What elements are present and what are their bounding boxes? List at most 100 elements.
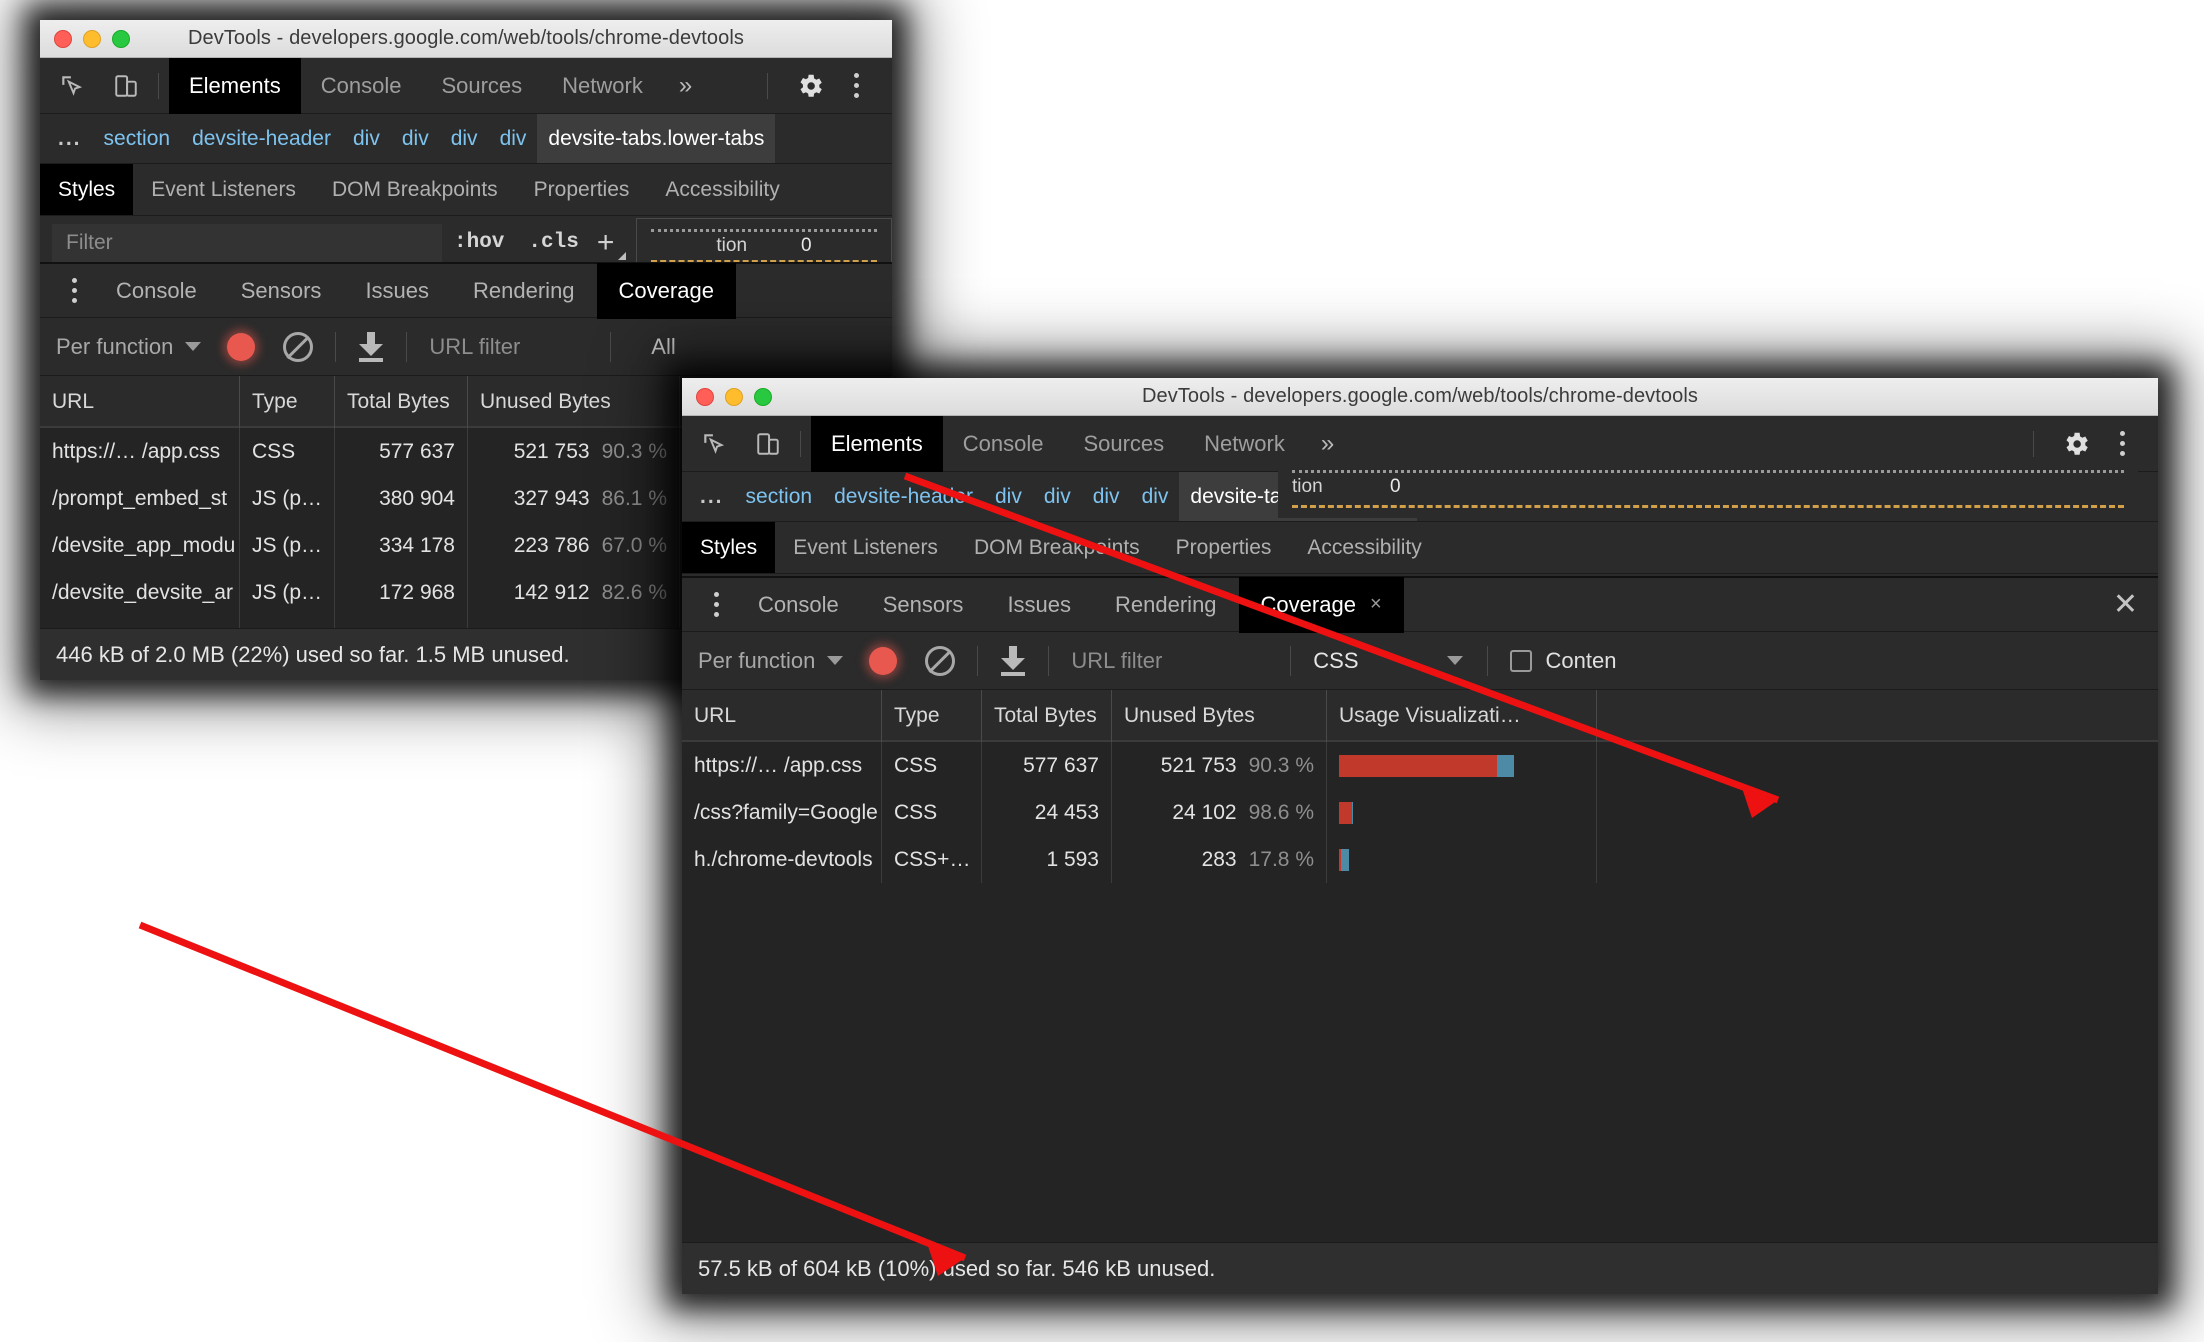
drawer-tab-coverage[interactable]: Coverage × <box>1238 576 1404 633</box>
panel-tab-console[interactable]: Console <box>301 58 422 114</box>
table-row[interactable]: h./chrome-devtools CSS+… 1 593 283 17.8 % <box>682 836 2158 883</box>
minimize-button[interactable] <box>83 29 101 48</box>
drawer-more-tools-icon[interactable] <box>696 592 736 617</box>
tab-properties[interactable]: Properties <box>1158 522 1290 573</box>
drawer-tab-issues[interactable]: Issues <box>985 577 1093 633</box>
minimize-button[interactable] <box>725 387 743 406</box>
panel-tab-elements[interactable]: Elements <box>811 415 943 472</box>
panel-tab-sources[interactable]: Sources <box>1063 416 1184 472</box>
column-header-usage-visualization[interactable]: Usage Visualizati… <box>1327 690 1597 742</box>
traffic-lights-2[interactable] <box>682 387 772 406</box>
content-scripts-checkbox[interactable] <box>1509 649 1532 672</box>
close-button[interactable] <box>54 29 72 48</box>
more-panels-chevron-icon[interactable]: » <box>1305 430 1350 458</box>
tab-styles[interactable]: Styles <box>40 164 134 215</box>
tab-accessibility[interactable]: Accessibility <box>647 164 797 215</box>
drawer-tab-console[interactable]: Console <box>94 263 219 319</box>
breadcrumb-overflow[interactable]: ... <box>40 114 93 163</box>
tab-properties[interactable]: Properties <box>516 164 648 215</box>
tab-accessibility[interactable]: Accessibility <box>1289 522 1439 573</box>
gear-icon[interactable] <box>2054 423 2098 465</box>
device-toolbar-icon[interactable] <box>104 65 148 107</box>
tab-styles[interactable]: Styles <box>682 522 776 573</box>
cell-url: https://… /app.css <box>682 742 882 789</box>
breadcrumb-item-devsite-header[interactable]: devsite-header <box>181 114 342 163</box>
breadcrumb-item-div-2[interactable]: div <box>391 114 440 163</box>
kebab-menu-icon[interactable] <box>836 73 876 98</box>
column-header-url[interactable]: URL <box>682 690 882 742</box>
download-icon[interactable] <box>1000 645 1026 676</box>
drawer-tab-rendering[interactable]: Rendering <box>451 263 597 319</box>
panel-tab-sources[interactable]: Sources <box>421 58 542 114</box>
column-header-unused-bytes[interactable]: Unused Bytes <box>1112 690 1327 742</box>
zoom-button[interactable] <box>754 387 772 406</box>
drawer-tab-sensors[interactable]: Sensors <box>861 577 986 633</box>
table-row[interactable]: https://… /app.css CSS 577 637 521 753 90.3 … <box>682 742 2158 789</box>
clear-button[interactable] <box>283 331 314 362</box>
inspect-element-icon[interactable] <box>692 423 736 465</box>
breadcrumb-item-devsite-tabs[interactable]: devsite-tabs.lower-tabs <box>537 114 776 163</box>
close-button[interactable] <box>696 387 714 406</box>
coverage-type-filter[interactable]: All <box>633 334 693 360</box>
cell-url: https://… /app.css <box>40 428 240 475</box>
tab-dom-breakpoints[interactable]: DOM Breakpoints <box>314 164 516 215</box>
breadcrumb-item-div-1[interactable]: div <box>984 472 1033 521</box>
record-button[interactable] <box>869 646 898 675</box>
url-filter-input[interactable]: URL filter <box>429 334 520 360</box>
coverage-mode-select[interactable]: Per function <box>40 334 202 360</box>
tab-event-listeners[interactable]: Event Listeners <box>133 164 314 215</box>
column-header-total-bytes[interactable]: Total Bytes <box>335 376 468 428</box>
column-header-unused-bytes[interactable]: Unused Bytes <box>468 376 680 428</box>
toolbar-divider-3 <box>1290 645 1292 676</box>
breadcrumb-item-div-1[interactable]: div <box>342 114 391 163</box>
column-header-type[interactable]: Type <box>882 690 982 742</box>
devtools-window-front[interactable]: DevTools - developers.google.com/web/too… <box>682 378 2158 1294</box>
coverage-mode-select[interactable]: Per function <box>682 648 844 674</box>
gear-icon[interactable] <box>788 65 832 107</box>
unused-bytes-value: 521 753 <box>513 439 590 463</box>
drawer-tab-rendering[interactable]: Rendering <box>1093 577 1239 633</box>
kebab-menu-icon[interactable] <box>2102 431 2142 456</box>
column-header-url[interactable]: URL <box>40 376 240 428</box>
breadcrumb-item-div-3[interactable]: div <box>1082 472 1131 521</box>
inspect-element-icon[interactable] <box>50 65 94 107</box>
breadcrumb-item-div-2[interactable]: div <box>1033 472 1082 521</box>
column-header-total-bytes[interactable]: Total Bytes <box>982 690 1112 742</box>
panel-tab-elements[interactable]: Elements <box>169 57 301 114</box>
coverage-type-filter[interactable]: CSS <box>1313 648 1463 674</box>
breadcrumb-item-div-4[interactable]: div <box>1131 472 1180 521</box>
close-icon[interactable]: × <box>1370 593 1382 616</box>
url-filter-input[interactable]: URL filter <box>1071 648 1162 674</box>
drawer-tab-console[interactable]: Console <box>736 577 861 633</box>
column-header-type[interactable]: Type <box>240 376 335 428</box>
drawer-tab-issues[interactable]: Issues <box>343 263 451 319</box>
panel-tab-console[interactable]: Console <box>943 416 1064 472</box>
record-button[interactable] <box>227 332 256 361</box>
cls-toggle[interactable]: .cls <box>516 231 590 254</box>
breadcrumb-overflow[interactable]: ... <box>682 472 735 521</box>
drawer-more-tools-icon[interactable] <box>54 278 94 303</box>
breadcrumb-item-devsite-header[interactable]: devsite-header <box>823 472 984 521</box>
box-model-value[interactable]: 0 <box>1390 476 1401 498</box>
panel-tab-network[interactable]: Network <box>542 58 663 114</box>
more-panels-chevron-icon[interactable]: » <box>663 72 708 100</box>
tab-event-listeners[interactable]: Event Listeners <box>775 522 956 573</box>
breadcrumb-item-section[interactable]: section <box>735 472 824 521</box>
zoom-button[interactable] <box>112 29 130 48</box>
breadcrumb-item-section[interactable]: section <box>93 114 182 163</box>
download-icon[interactable] <box>358 331 384 362</box>
breadcrumb-item-div-3[interactable]: div <box>440 114 489 163</box>
styles-filter-input[interactable]: Filter <box>52 223 442 262</box>
breadcrumb-item-div-4[interactable]: div <box>489 114 538 163</box>
drawer-tab-coverage[interactable]: Coverage <box>596 262 736 319</box>
drawer-tab-sensors[interactable]: Sensors <box>219 263 344 319</box>
new-style-rule-button[interactable]: + <box>591 226 626 260</box>
traffic-lights[interactable] <box>40 29 130 48</box>
box-model-value[interactable]: 0 <box>801 235 812 257</box>
tab-dom-breakpoints[interactable]: DOM Breakpoints <box>956 522 1158 573</box>
drawer-close-icon[interactable]: ✕ <box>2093 587 2158 622</box>
hov-toggle[interactable]: :hov <box>442 231 516 254</box>
table-row[interactable]: /css?family=Google CSS 24 453 24 102 98.6 % <box>682 789 2158 836</box>
clear-button[interactable] <box>925 645 956 676</box>
device-toolbar-icon[interactable] <box>746 423 790 465</box>
